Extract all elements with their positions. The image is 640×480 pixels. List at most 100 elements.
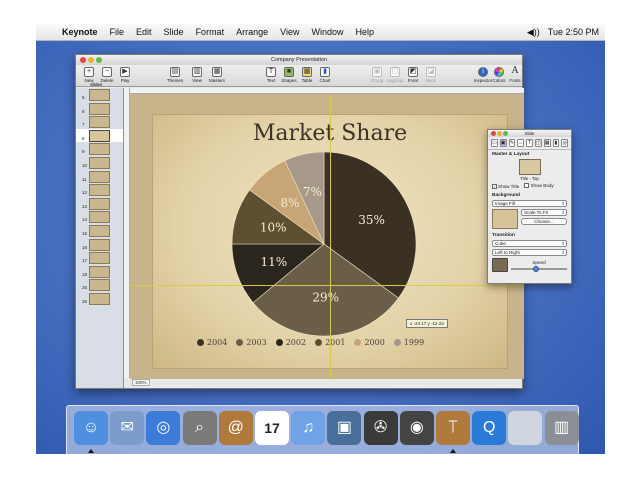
close-button[interactable]: [80, 57, 86, 63]
text-inspector-tab[interactable]: T: [526, 139, 533, 147]
dock-quicktime-icon[interactable]: Q: [472, 411, 507, 445]
hyperlink-inspector-tab[interactable]: ◎: [561, 139, 568, 147]
menubar-clock[interactable]: Tue 2:50 PM: [548, 27, 599, 38]
dock-trash-icon[interactable]: ▥: [544, 411, 579, 445]
navigator-slide-number: 5: [82, 95, 85, 100]
table-inspector-tab[interactable]: ▦: [543, 139, 551, 147]
dock-address-book-icon[interactable]: @: [218, 411, 253, 445]
menu-app-keynote[interactable]: Keynote: [56, 27, 104, 37]
show-body-checkbox[interactable]: Show Body: [524, 183, 554, 188]
speed-label: Speed: [532, 260, 546, 265]
fonts-button[interactable]: A Fonts: [504, 67, 526, 84]
navigator-slide-25[interactable]: 25: [76, 278, 123, 292]
pie-chart[interactable]: 35% 29% 11% 10% 8% 7%: [224, 149, 424, 339]
slide-canvas[interactable]: Market Share 35% 29% 11% 10% 8% 7% 2004 2003 …: [130, 94, 524, 379]
build-inspector-tab[interactable]: ◫: [535, 139, 542, 147]
menu-edit[interactable]: Edit: [130, 27, 158, 37]
pie-label-2004: 35%: [358, 213, 385, 227]
dock-iphoto-icon[interactable]: ▣: [327, 411, 362, 445]
chart-inspector-tab[interactable]: ▮: [552, 139, 560, 147]
masters-icon: ▦: [212, 67, 222, 77]
navigator-slide-18[interactable]: 18: [76, 265, 123, 279]
inspector-titlebar[interactable]: Slide: [488, 130, 571, 137]
dock-idvd-icon[interactable]: ◉: [399, 411, 434, 445]
inspector-zoom-button[interactable]: [503, 131, 508, 136]
navigator-slide-number: 14: [82, 217, 88, 223]
play-icon: ▶: [120, 67, 130, 77]
dock-keynote-icon[interactable]: ⟙: [436, 411, 470, 445]
navigator-slide-thumbnail: [89, 143, 110, 156]
dock-ical-icon[interactable]: 17: [255, 411, 289, 445]
menu-format[interactable]: Format: [190, 27, 231, 37]
menu-help[interactable]: Help: [349, 27, 380, 37]
zoom-popup[interactable]: 100%: [132, 379, 150, 386]
dock-finder-icon[interactable]: ☺: [74, 411, 108, 445]
themes-button[interactable]: ▤ Themes: [164, 67, 186, 83]
navigator-slide-26[interactable]: 26: [76, 292, 123, 306]
inspector-minimize-button[interactable]: [497, 131, 502, 136]
dock-mail-stamp-icon[interactable]: ✉: [110, 411, 145, 445]
themes-icon: ▤: [170, 67, 180, 77]
dock-system-preferences-icon[interactable]: [508, 411, 543, 445]
master-thumbnail[interactable]: [518, 159, 541, 175]
navigator-slide-6[interactable]: 6: [76, 102, 123, 116]
minimize-button[interactable]: [88, 57, 94, 63]
navigator-slide-thumbnail: [89, 265, 110, 278]
info-icon: i: [478, 67, 488, 77]
navigator-slide-10[interactable]: 10: [76, 156, 123, 170]
back-button[interactable]: ◪ Back: [420, 67, 442, 83]
menu-arrange[interactable]: Arrange: [230, 27, 274, 37]
inspector-panel: Slide ▭ ▣ ✎ ↔ T ◫ ▦ ▮ ◎ Master & Layout …: [487, 129, 572, 284]
legend-item-2003: 2003: [236, 338, 267, 347]
legend-swatch-2001: [315, 339, 323, 346]
dock-itunes-icon[interactable]: ♫: [291, 411, 326, 445]
dock-sherlock-icon[interactable]: ⌕: [182, 411, 217, 445]
dock-safari-icon[interactable]: ◎: [146, 411, 181, 445]
navigator-slide-7[interactable]: 7: [76, 115, 123, 129]
metrics-inspector-tab[interactable]: ↔: [517, 139, 525, 147]
background-fill-popup[interactable]: Image Fill: [492, 200, 567, 207]
navigator-slide-thumbnail: [89, 238, 110, 251]
inspector-close-button[interactable]: [491, 131, 496, 136]
speed-slider[interactable]: Speed: [511, 260, 567, 272]
navigator-slide-number: 25: [82, 285, 88, 291]
menu-slide[interactable]: Slide: [158, 27, 190, 37]
window-titlebar[interactable]: Company Presentation: [76, 55, 522, 65]
graphic-inspector-tab[interactable]: ✎: [508, 139, 516, 147]
zoom-button[interactable]: [96, 57, 102, 63]
navigator-slide-12[interactable]: 12: [76, 183, 123, 197]
choose-button[interactable]: Choose...: [521, 218, 567, 225]
navigator-slide-14[interactable]: 14: [76, 210, 123, 224]
speed-slider-knob[interactable]: [533, 266, 540, 272]
slide-navigator[interactable]: 5 6 7 8 9 10 11 12 13 14 15 16 17 18 25 26: [76, 88, 124, 388]
scale-popup[interactable]: Scale To Fit: [521, 209, 567, 216]
background-image-well[interactable]: [492, 209, 518, 229]
document-inspector-tab[interactable]: ▭: [491, 139, 498, 147]
navigator-slide-thumbnail: [89, 102, 110, 115]
pie-label-2002: 11%: [260, 255, 287, 269]
menu-view[interactable]: View: [274, 27, 305, 37]
masters-button[interactable]: ▦ Masters: [206, 67, 228, 83]
navigator-slide-8[interactable]: 8: [76, 128, 123, 143]
dock-imovie-icon[interactable]: ✇: [363, 411, 398, 445]
menu-file[interactable]: File: [104, 27, 131, 37]
slide-inspector-tab[interactable]: ▣: [499, 139, 507, 147]
menu-window[interactable]: Window: [305, 27, 349, 37]
view-button[interactable]: ▥ View: [186, 67, 208, 83]
play-button[interactable]: ▶ Play: [114, 67, 136, 83]
transition-type-popup[interactable]: Cube: [492, 240, 567, 247]
navigator-slide-17[interactable]: 17: [76, 251, 123, 265]
navigator-slide-13[interactable]: 13: [76, 197, 123, 211]
show-title-checkbox[interactable]: ✓ Show Title: [492, 184, 519, 189]
navigator-slide-9[interactable]: 9: [76, 142, 123, 156]
volume-icon[interactable]: ◀)): [527, 27, 540, 38]
navigator-slide-16[interactable]: 16: [76, 238, 123, 252]
chart-legend[interactable]: 2004 2003 2002 2001 2000 1999: [197, 338, 424, 347]
chart-button[interactable]: ▮ Chart: [314, 67, 336, 83]
navigator-slide-11[interactable]: 11: [76, 170, 123, 184]
navigator-slide-number: 7: [82, 122, 85, 128]
transition-direction-popup[interactable]: Left to Right: [492, 249, 567, 256]
navigator-slide-15[interactable]: 15: [76, 224, 123, 238]
navigator-slide-5[interactable]: 5: [76, 88, 123, 102]
navigator-slide-thumbnail: [89, 184, 110, 197]
